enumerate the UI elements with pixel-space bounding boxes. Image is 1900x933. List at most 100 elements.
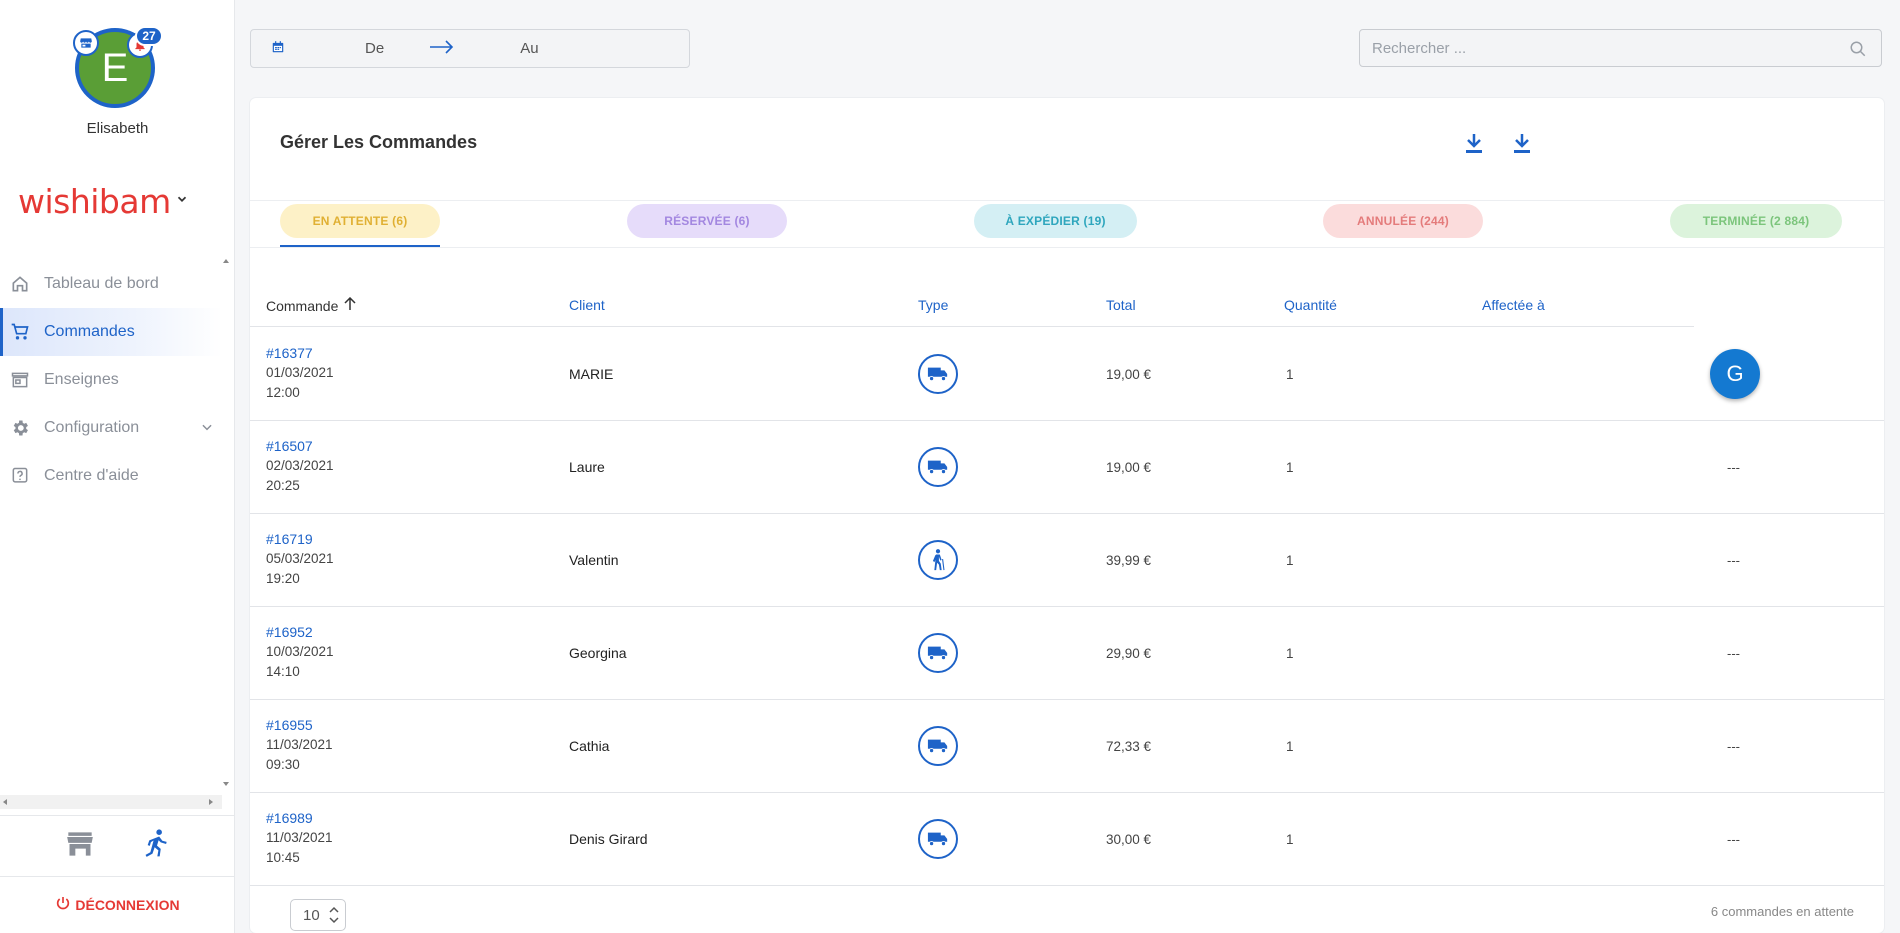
client-name: Valentin	[569, 552, 619, 568]
home-icon	[10, 274, 30, 299]
order-link[interactable]: #16989	[266, 808, 333, 828]
sidebar-scrollbar[interactable]	[220, 255, 232, 790]
gear-icon	[10, 418, 30, 443]
tab-to-ship[interactable]: À EXPÉDIER (19)	[974, 204, 1137, 238]
column-header-client[interactable]: Client	[569, 297, 605, 313]
order-quantity: 1	[1286, 460, 1294, 475]
order-link[interactable]: #16952	[266, 622, 334, 642]
sidebar-item-configuration[interactable]: Configuration	[0, 404, 222, 452]
page-size-stepper[interactable]: 10	[290, 899, 346, 931]
order-time: 14:10	[266, 664, 300, 679]
order-link[interactable]: #16955	[266, 715, 333, 735]
column-header-total[interactable]: Total	[1106, 297, 1136, 313]
search-icon[interactable]	[1849, 40, 1867, 63]
assignee-empty: ---	[1727, 739, 1740, 754]
column-header-label: Commande	[266, 297, 339, 314]
download-icon[interactable]	[1510, 132, 1534, 156]
truck-icon	[918, 819, 958, 859]
order-link[interactable]: #16377	[266, 343, 334, 363]
order-total: 19,00 €	[1106, 460, 1152, 475]
sidebar-item-label: Configuration	[44, 419, 140, 436]
order-time: 09:30	[266, 757, 300, 772]
tab-completed[interactable]: TERMINÉE (2 884)	[1670, 204, 1842, 238]
assignee-empty: ---	[1727, 646, 1740, 661]
column-header-type[interactable]: Type	[918, 297, 948, 313]
order-total: 19,00 €	[1106, 367, 1152, 382]
store-icon[interactable]	[66, 831, 94, 862]
tab-pending[interactable]: EN ATTENTE (6)	[280, 204, 440, 238]
running-person-icon[interactable]	[144, 828, 170, 864]
store-badge-icon[interactable]	[73, 30, 99, 56]
order-link[interactable]: #16719	[266, 529, 334, 549]
truck-icon	[918, 633, 958, 673]
order-date: 05/03/2021	[266, 551, 334, 566]
power-icon	[55, 895, 71, 914]
order-quantity: 1	[1286, 832, 1294, 847]
client-name: Laure	[569, 459, 605, 475]
order-link[interactable]: #16507	[266, 436, 334, 456]
help-icon	[10, 466, 30, 491]
sidebar-item-label: Centre d'aide	[44, 467, 139, 484]
cart-icon	[10, 322, 30, 347]
sidebar-item-dashboard[interactable]: Tableau de bord	[0, 260, 222, 308]
orders-count-summary: 6 commandes en attente	[1710, 904, 1854, 919]
user-avatar-block[interactable]: E 27	[73, 26, 163, 108]
orders-card: Gérer Les Commandes EN ATTENTE (6) RÉSER…	[250, 98, 1884, 933]
client-name: Georgina	[569, 645, 627, 661]
store-icon	[10, 370, 30, 395]
column-header-quantity[interactable]: Quantité	[1284, 297, 1337, 313]
column-header-assigned[interactable]: Affectée à	[1482, 297, 1545, 313]
order-total: 72,33 €	[1106, 739, 1152, 754]
user-name: Elisabeth	[86, 120, 149, 137]
date-range-picker[interactable]: De Au	[250, 29, 690, 68]
assignee-empty: ---	[1727, 460, 1740, 475]
sidebar-item-stores[interactable]: Enseignes	[0, 356, 222, 404]
order-quantity: 1	[1286, 646, 1294, 661]
brand-selector[interactable]: wishibam	[18, 182, 189, 221]
assignee-empty: ---	[1727, 832, 1740, 847]
table-row[interactable]: #16507 02/03/2021 20:25 Laure 19,00 € 1 …	[250, 421, 1884, 514]
sidebar-item-orders[interactable]: Commandes	[0, 308, 222, 356]
sidebar-item-label: Tableau de bord	[44, 275, 159, 292]
client-name: Cathia	[569, 738, 610, 754]
sidebar-item-help[interactable]: Centre d'aide	[0, 452, 222, 500]
column-header-order[interactable]: Commande	[266, 296, 356, 314]
search-input[interactable]	[1360, 30, 1881, 66]
search-field[interactable]	[1359, 29, 1882, 67]
assignee-empty: ---	[1727, 553, 1740, 568]
sidebar-horizontal-scrollbar[interactable]	[0, 795, 222, 809]
page-size-value: 10	[303, 906, 320, 924]
brand-logo: wishibam	[18, 182, 171, 221]
table-row[interactable]: #16955 11/03/2021 09:30 Cathia 72,33 € 1…	[250, 700, 1884, 793]
sidebar: E 27 Elisabeth wishibam Tableau de bord …	[0, 0, 235, 933]
chevron-down-icon	[175, 192, 189, 211]
table-row[interactable]: #16719 05/03/2021 19:20 Valentin 39,99 €…	[250, 514, 1884, 607]
sidebar-nav: Tableau de bord Commandes Enseignes Conf…	[0, 260, 222, 500]
order-quantity: 1	[1286, 739, 1294, 754]
tab-reserved[interactable]: RÉSERVÉE (6)	[627, 204, 787, 238]
order-quantity: 1	[1286, 367, 1294, 382]
sidebar-item-label: Commandes	[44, 323, 135, 340]
table-row[interactable]: #16377 01/03/2021 12:00 MARIE 19,00 € 1 …	[250, 328, 1884, 421]
assignee-avatar[interactable]: G	[1710, 349, 1760, 399]
active-tab-indicator	[280, 245, 440, 247]
notification-count-badge: 27	[135, 26, 163, 46]
bell-icon[interactable]: 27	[127, 26, 163, 58]
order-time: 19:20	[266, 571, 300, 586]
client-name: MARIE	[569, 366, 614, 382]
client-name: Denis Girard	[569, 831, 648, 847]
download-icon[interactable]	[1462, 132, 1486, 156]
date-from-field[interactable]: De	[365, 40, 384, 57]
stepper-arrows-icon[interactable]	[329, 905, 339, 929]
tab-cancelled[interactable]: ANNULÉE (244)	[1323, 204, 1483, 238]
date-to-field[interactable]: Au	[520, 40, 538, 57]
table-row[interactable]: #16952 10/03/2021 14:10 Georgina 29,90 €…	[250, 607, 1884, 700]
logout-button[interactable]: DÉCONNEXION	[0, 895, 235, 914]
order-total: 30,00 €	[1106, 832, 1152, 847]
table-row[interactable]: #16989 11/03/2021 10:45 Denis Girard 30,…	[250, 793, 1884, 886]
order-date: 10/03/2021	[266, 644, 334, 659]
sidebar-item-label: Enseignes	[44, 371, 119, 388]
chevron-down-icon	[200, 420, 214, 439]
order-total: 39,99 €	[1106, 553, 1152, 568]
calendar-icon	[271, 40, 285, 58]
